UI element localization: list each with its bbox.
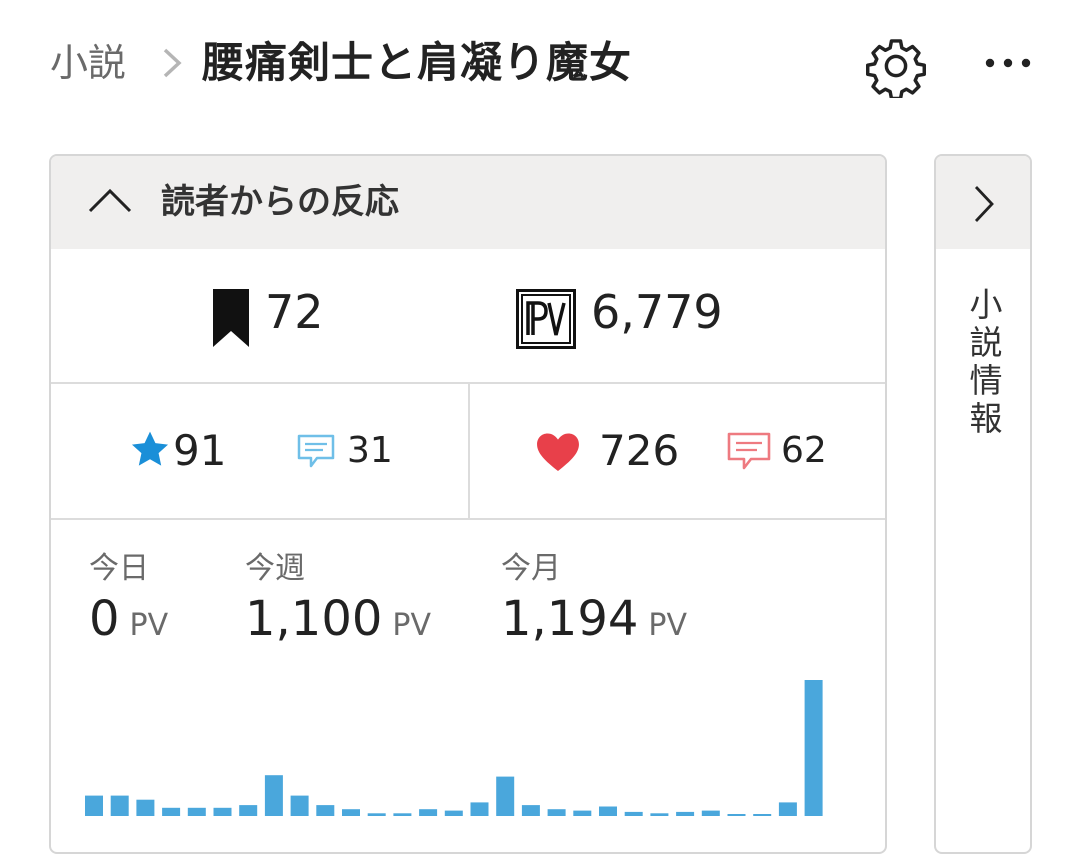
chart-bar <box>110 795 129 816</box>
star-icon <box>131 431 169 466</box>
novel-info-char: 情 <box>969 361 1003 400</box>
chart-bar <box>547 809 566 816</box>
chart-bar <box>213 807 232 816</box>
chart-bar <box>470 802 489 816</box>
chart-bar <box>804 680 823 816</box>
chart-bar <box>753 814 772 816</box>
chart-bar <box>496 776 515 816</box>
stat-month: 今月 1,194 PV <box>501 549 687 649</box>
chart-bar <box>599 806 617 816</box>
chart-bar <box>136 799 155 816</box>
chart-bar <box>444 810 463 816</box>
reactions-row: 91 31 726 62 <box>51 384 885 520</box>
chart-bar <box>521 805 540 816</box>
chevron-right-icon <box>163 48 182 78</box>
chart-bar <box>393 813 412 816</box>
today-label: 今日 <box>89 551 149 586</box>
heart-count: 726 <box>599 426 680 475</box>
stat-week: 今週 1,100 PV <box>245 549 431 649</box>
today-value: 0 <box>89 591 120 647</box>
breadcrumb-novel[interactable]: 小説 <box>50 38 126 88</box>
chart-bar <box>650 813 669 816</box>
chart-bar <box>727 814 746 816</box>
chart-bar <box>624 811 643 816</box>
novel-info-char: 小 <box>969 285 1003 324</box>
daily-pv-chart <box>85 680 823 816</box>
month-label: 今月 <box>501 551 561 586</box>
side-header[interactable] <box>936 156 1030 249</box>
gear-icon[interactable] <box>864 34 928 98</box>
week-label: 今週 <box>245 551 305 586</box>
chart-bar <box>342 809 360 816</box>
chart-bar <box>573 810 592 816</box>
bookmark-icon <box>213 289 249 347</box>
chart-bar <box>419 809 438 816</box>
chart-bar <box>264 775 283 816</box>
pv-unit: PV <box>129 608 169 643</box>
pv-unit: PV <box>392 608 432 643</box>
chart-bar <box>367 813 386 816</box>
comment-icon <box>727 432 771 470</box>
heart-comment-count: 62 <box>781 430 827 471</box>
header: 小説 腰痛剣士と肩凝り魔女 <box>0 0 1080 125</box>
novel-info-label: 小 説 情 報 <box>966 286 1006 438</box>
novel-info-panel[interactable]: 小 説 情 報 <box>934 154 1032 854</box>
totals-row: 72 6,779 <box>51 249 885 384</box>
chart-bar <box>290 795 309 816</box>
pv-icon <box>516 289 576 349</box>
chart-bar <box>85 795 103 816</box>
reactions-header[interactable]: 読者からの反応 <box>51 156 885 249</box>
chart-bar <box>676 811 695 816</box>
reader-reactions-card: 読者からの反応 72 6,779 91 31 726 62 今日 0 PV 今週… <box>49 154 887 854</box>
chevron-right-icon[interactable] <box>972 184 996 224</box>
more-options-icon[interactable] <box>980 45 1036 81</box>
page-title: 腰痛剣士と肩凝り魔女 <box>202 38 633 87</box>
chart-bar <box>239 805 258 816</box>
stat-today: 今日 0 PV <box>89 549 168 649</box>
chart-bar <box>778 802 797 816</box>
star-comment-count: 31 <box>347 430 393 471</box>
chevron-up-icon[interactable] <box>87 186 133 216</box>
star-count: 91 <box>173 426 227 475</box>
bookmark-count: 72 <box>265 285 324 339</box>
pv-unit: PV <box>648 608 688 643</box>
month-value: 1,194 <box>501 591 639 647</box>
heart-icon <box>537 433 579 472</box>
chart-bar <box>187 807 206 816</box>
novel-info-char: 報 <box>969 399 1003 438</box>
chart-bar <box>701 810 720 816</box>
novel-info-char: 説 <box>969 323 1003 362</box>
pv-total: 6,779 <box>591 285 723 339</box>
chart-bar <box>316 805 335 816</box>
reactions-title: 読者からの反応 <box>161 182 399 222</box>
comment-icon <box>297 434 335 468</box>
divider <box>468 384 470 518</box>
week-value: 1,100 <box>245 591 383 647</box>
chart-bar <box>162 807 181 816</box>
